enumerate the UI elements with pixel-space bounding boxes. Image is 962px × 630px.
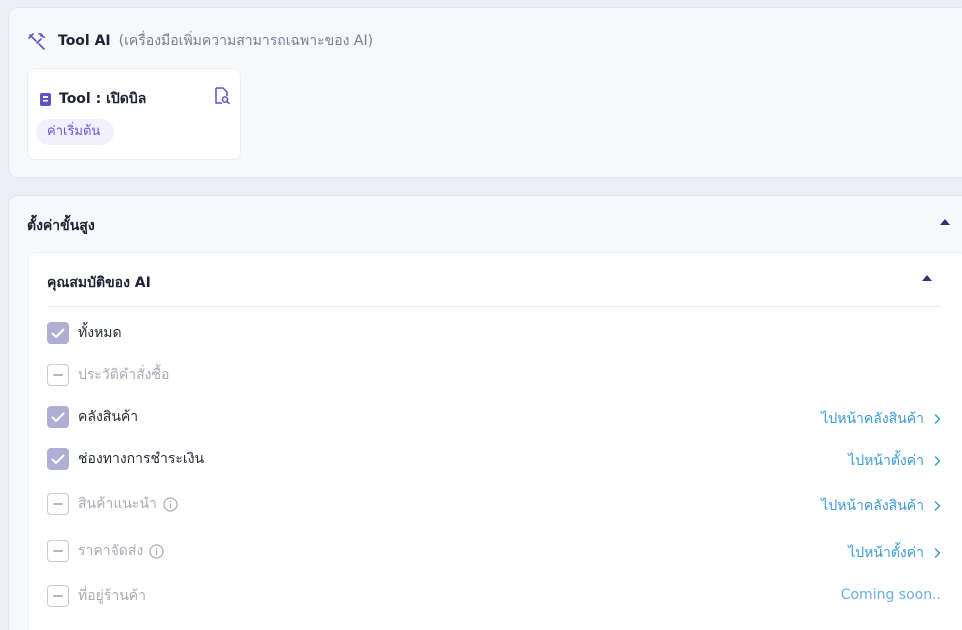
collapse-caret-icon[interactable] — [922, 275, 932, 281]
property-row: ราคาจัดส่ง ไปหน้าตั้งค่า — [47, 539, 941, 563]
tool-open-bill-card[interactable]: Tool : เปิดบิล ค่าเริ่มต้น — [27, 68, 241, 160]
goto-link[interactable]: ไปหน้าคลังสินค้า — [821, 495, 941, 517]
goto-link[interactable]: ไปหน้าตั้งค่า — [848, 542, 941, 564]
tool-ai-header: Tool AI (เครื่องมือเพิ่มความสามารถเฉพาะข… — [27, 30, 373, 52]
property-row: ที่อยู่ร้านค้า Coming soon.. — [47, 584, 941, 608]
info-icon[interactable] — [149, 543, 164, 559]
book-icon — [39, 92, 52, 107]
advanced-settings-panel: ตั้งค่าขั้นสูง คุณสมบัติของ AI ทั้งหมดปร… — [8, 195, 962, 630]
property-row: ทั้งหมด — [47, 321, 941, 345]
link-label: ไปหน้าตั้งค่า — [848, 545, 924, 561]
chevron-right-icon — [934, 456, 941, 466]
ai-properties-title[interactable]: คุณสมบัติของ AI — [47, 272, 151, 294]
property-label: ที่อยู่ร้านค้า — [78, 588, 147, 604]
indeterminate-bar — [53, 595, 63, 597]
check-icon — [51, 454, 65, 464]
info-icon[interactable] — [163, 496, 178, 512]
property-label: ประวัติคำสั่งซื้อ — [78, 367, 170, 383]
chevron-right-icon — [934, 548, 941, 558]
tools-icon — [27, 32, 47, 50]
property-row: ประวัติคำสั่งซื้อ — [47, 363, 941, 387]
property-label: คลังสินค้า — [78, 409, 139, 425]
advanced-settings-title[interactable]: ตั้งค่าขั้นสูง — [27, 215, 95, 237]
tool-ai-card: Tool AI (เครื่องมือเพิ่มความสามารถเฉพาะข… — [8, 7, 962, 178]
checkbox-disabled — [47, 585, 69, 607]
property-label: ช่องทางการชำระเงิน — [78, 451, 205, 467]
property-label: ราคาจัดส่ง — [78, 543, 144, 559]
link-label: ไปหน้าคลังสินค้า — [821, 498, 924, 514]
coming-soon-text: Coming soon.. — [841, 587, 941, 603]
checkbox-checked[interactable] — [47, 448, 69, 470]
indeterminate-bar — [53, 503, 63, 505]
chevron-right-icon — [934, 501, 941, 511]
default-badge: ค่าเริ่มต้น — [36, 119, 115, 145]
chevron-right-icon — [934, 414, 941, 424]
checkbox-checked[interactable] — [47, 322, 69, 344]
divider — [47, 306, 941, 307]
checkbox-disabled — [47, 540, 69, 562]
checkbox-disabled — [47, 364, 69, 386]
tool-open-bill-title: Tool : เปิดบิล — [59, 91, 147, 107]
tool-ai-title: Tool AI — [58, 33, 111, 49]
collapse-caret-icon[interactable] — [940, 219, 950, 225]
property-row: ช่องทางการชำระเงิน ไปหน้าตั้งค่า — [47, 447, 941, 471]
property-label: สินค้าแนะนำ — [78, 496, 157, 512]
tool-ai-subtitle: (เครื่องมือเพิ่มความสามารถเฉพาะของ AI) — [118, 33, 374, 49]
checkbox-checked[interactable] — [47, 406, 69, 428]
property-row: คลังสินค้า ไปหน้าคลังสินค้า — [47, 405, 941, 429]
goto-link[interactable]: ไปหน้าคลังสินค้า — [821, 408, 941, 430]
link-label: Coming soon.. — [840, 587, 941, 603]
property-label: ทั้งหมด — [78, 325, 122, 341]
property-row: สินค้าแนะนำ ไปหน้าคลังสินค้า — [47, 492, 941, 516]
indeterminate-bar — [53, 374, 63, 376]
check-icon — [51, 412, 65, 422]
indeterminate-bar — [53, 550, 63, 552]
check-icon — [51, 328, 65, 338]
document-search-icon[interactable] — [214, 87, 230, 105]
ai-properties-panel: คุณสมบัติของ AI ทั้งหมดประวัติคำสั่งซื้อ… — [28, 252, 962, 630]
goto-link[interactable]: ไปหน้าตั้งค่า — [848, 450, 941, 472]
link-label: ไปหน้าคลังสินค้า — [821, 411, 924, 427]
link-label: ไปหน้าตั้งค่า — [848, 453, 924, 469]
checkbox-disabled — [47, 493, 69, 515]
